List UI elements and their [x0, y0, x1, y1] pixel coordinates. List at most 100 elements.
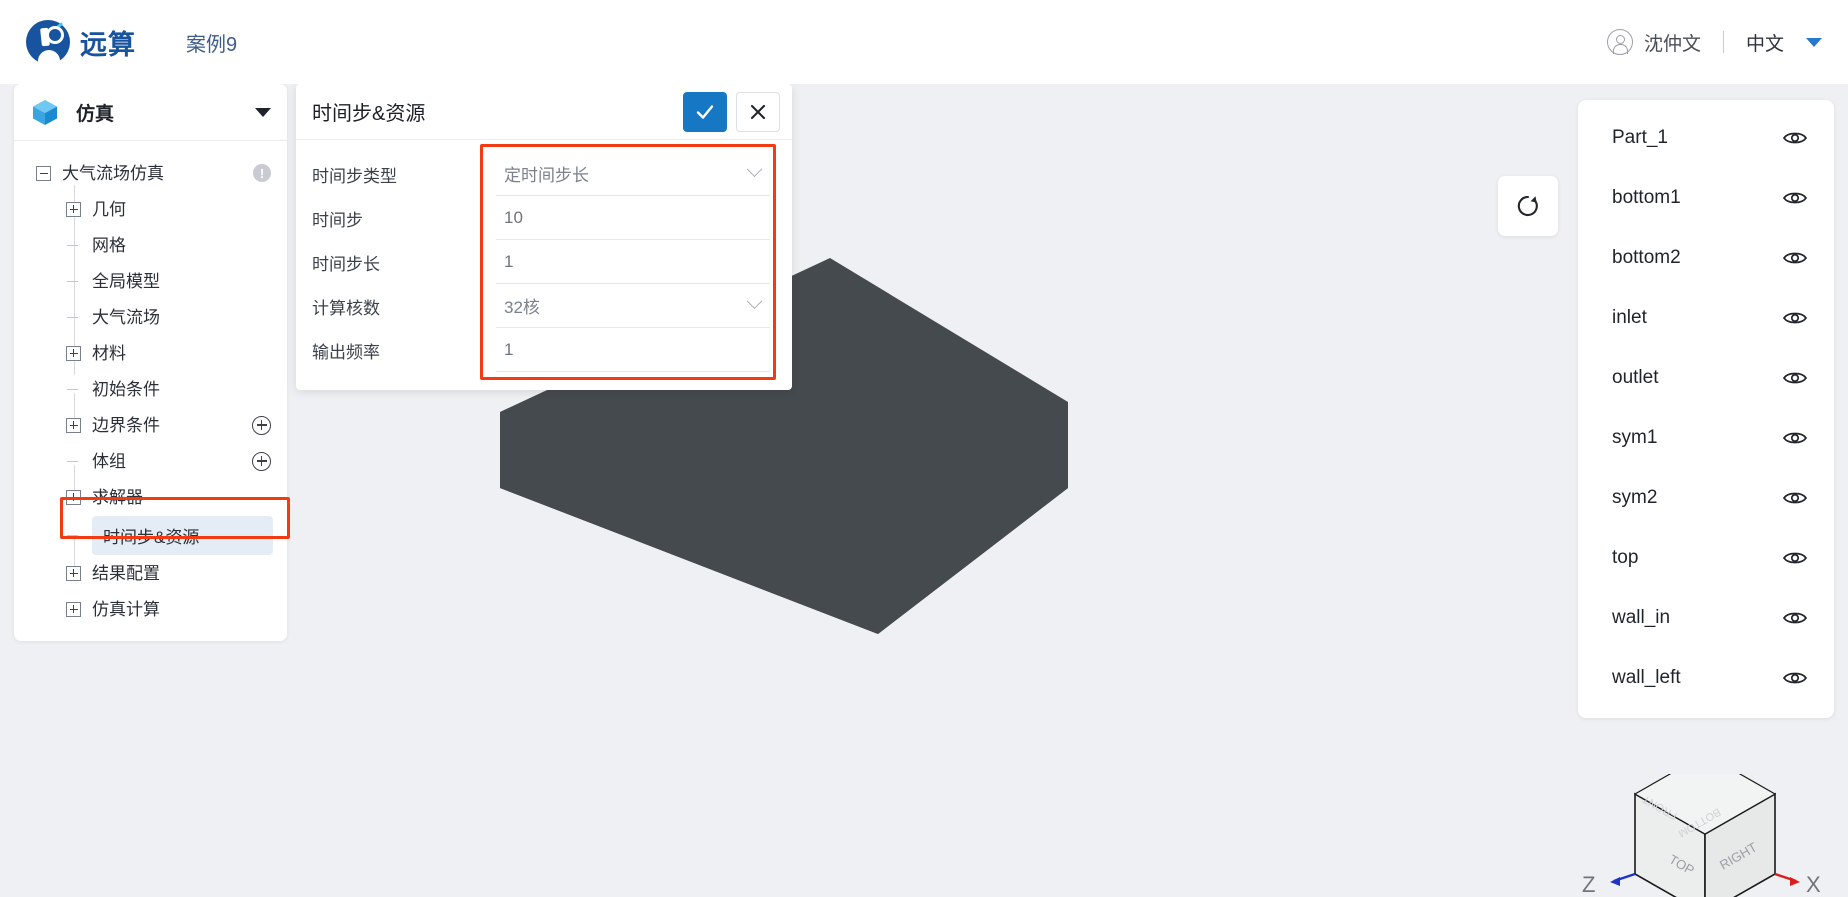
user-name-label: 沈仲文 — [1643, 33, 1701, 55]
tree-item-atmospheric-flow[interactable]: 大气流场 — [14, 299, 287, 335]
tree-item-simulation-run[interactable]: 仿真计算 — [14, 591, 287, 627]
tree-item-geometry[interactable]: 几何 — [14, 191, 287, 227]
tree-item-volume-group[interactable]: 体组 — [14, 443, 287, 479]
sidebar-collapse-icon[interactable] — [255, 107, 271, 117]
timestep-size-input[interactable]: 1 — [496, 240, 770, 284]
collapse-toggle-icon[interactable] — [36, 165, 51, 181]
expand-toggle-icon[interactable] — [66, 417, 81, 433]
eye-icon[interactable] — [1782, 549, 1808, 567]
plus-circle-icon[interactable] — [252, 451, 271, 471]
expand-toggle-icon[interactable] — [66, 345, 81, 361]
confirm-button[interactable] — [683, 91, 727, 132]
timestep-input[interactable]: 10 — [496, 196, 770, 240]
close-icon — [750, 104, 766, 119]
add-boundary-condition-button[interactable] — [252, 415, 271, 435]
header-divider — [1722, 31, 1724, 53]
chevron-down-icon[interactable] — [746, 293, 763, 310]
field-value: 32核 — [504, 298, 540, 317]
tree-item-label: 时间步&资源 — [92, 515, 273, 555]
part-row[interactable]: outlet — [1578, 348, 1834, 408]
field-row-core-count: 计算核数 32核 — [296, 284, 792, 328]
part-row[interactable]: bottom2 — [1578, 228, 1834, 288]
orientation-gizmo[interactable]: TOP RIGHT FRONT BOTTOM Z X — [1560, 774, 1830, 897]
eye-icon[interactable] — [1782, 609, 1808, 627]
gizmo-axis-z: Z — [1582, 872, 1595, 897]
user-menu[interactable]: 沈仲文 — [1606, 29, 1701, 56]
eye-icon[interactable] — [1782, 189, 1808, 207]
gizmo-axis-x: X — [1806, 872, 1821, 897]
simulation-tree: 大气流场仿真 ! 几何 网格 全局模型 大气流场 材料 初始条件 边界条件 体组… — [14, 141, 287, 633]
expand-toggle-icon[interactable] — [66, 489, 81, 505]
simulation-sidebar: 仿真 大气流场仿真 ! 几何 网格 全局模型 大气流场 材料 初始条件 边界条件… — [14, 84, 287, 641]
field-value: 1 — [504, 339, 514, 359]
tree-item-mesh[interactable]: 网格 — [14, 227, 287, 263]
cube-icon — [33, 100, 57, 125]
cancel-button[interactable] — [736, 91, 780, 132]
tree-item-label: 网格 — [92, 235, 126, 255]
chevron-down-icon[interactable] — [746, 161, 763, 178]
chevron-down-icon[interactable] — [1806, 37, 1822, 47]
part-name-label: sym1 — [1612, 427, 1658, 448]
field-label: 时间步长 — [312, 254, 380, 274]
tree-item-solver[interactable]: 求解器 — [14, 479, 287, 515]
parts-panel: Part_1 bottom1 bottom2 inlet outlet sym1… — [1578, 100, 1834, 718]
part-name-label: outlet — [1612, 367, 1659, 388]
project-name[interactable]: 案例9 — [186, 28, 237, 57]
dialog-title: 时间步&资源 — [312, 103, 426, 125]
field-label: 时间步 — [312, 210, 363, 230]
user-avatar-icon — [1606, 29, 1633, 55]
part-row[interactable]: sym1 — [1578, 408, 1834, 468]
tree-item-initial-conditions[interactable]: 初始条件 — [14, 371, 287, 407]
part-row[interactable]: wall_left — [1578, 648, 1834, 708]
field-label: 计算核数 — [312, 298, 380, 318]
refresh-icon — [1517, 195, 1538, 217]
part-row[interactable]: wall_in — [1578, 588, 1834, 648]
tree-item-material[interactable]: 材料 — [14, 335, 287, 371]
core-count-select[interactable]: 32核 — [496, 284, 770, 328]
tree-item-timestep-resources[interactable]: 时间步&资源 — [14, 515, 287, 555]
tree-item-atmospheric-flow-sim[interactable]: 大气流场仿真 ! — [14, 155, 287, 191]
reset-view-button[interactable] — [1498, 176, 1558, 236]
part-row[interactable]: bottom1 — [1578, 168, 1834, 228]
eye-icon[interactable] — [1782, 369, 1808, 387]
expand-toggle-icon[interactable] — [66, 601, 81, 617]
part-name-label: wall_in — [1612, 607, 1671, 628]
eye-icon[interactable] — [1782, 429, 1808, 447]
output-frequency-input[interactable]: 1 — [496, 328, 770, 372]
brand-logo[interactable]: 远算 — [26, 20, 136, 64]
tree-item-label: 大气流场仿真 — [62, 163, 164, 183]
eye-icon[interactable] — [1782, 249, 1808, 267]
eye-icon[interactable] — [1782, 669, 1808, 687]
brand-name: 远算 — [80, 29, 136, 60]
part-name-label: Part_1 — [1612, 127, 1668, 148]
tree-item-badge: ! — [253, 164, 271, 182]
timestep-resources-dialog: 时间步&资源 时间步类型 定时间步长 时间步 10 时间步长 1 计算核数 32… — [296, 84, 792, 390]
eye-icon[interactable] — [1782, 309, 1808, 327]
eye-icon[interactable] — [1782, 129, 1808, 147]
field-row-timestep: 时间步 10 — [296, 196, 792, 240]
part-row[interactable]: sym2 — [1578, 468, 1834, 528]
part-row[interactable]: Part_1 — [1578, 108, 1834, 168]
language-label[interactable]: 中文 — [1746, 29, 1784, 56]
field-value: 定时间步长 — [504, 166, 589, 185]
sidebar-header[interactable]: 仿真 — [14, 84, 287, 141]
part-row[interactable]: inlet — [1578, 288, 1834, 348]
warning-icon: ! — [253, 164, 271, 182]
expand-toggle-icon[interactable] — [66, 201, 81, 217]
dialog-header: 时间步&资源 — [296, 84, 792, 140]
add-volume-group-button[interactable] — [252, 451, 271, 471]
expand-toggle-icon[interactable] — [66, 565, 81, 581]
dialog-actions — [683, 91, 780, 132]
part-name-label: top — [1612, 547, 1639, 568]
part-name-label: wall_left — [1612, 667, 1681, 688]
field-label: 输出频率 — [312, 342, 380, 362]
timestep-type-select[interactable]: 定时间步长 — [496, 152, 770, 196]
eye-icon[interactable] — [1782, 489, 1808, 507]
part-row[interactable]: top — [1578, 528, 1834, 588]
tree-item-label: 材料 — [92, 343, 126, 363]
tree-item-global-model[interactable]: 全局模型 — [14, 263, 287, 299]
plus-circle-icon[interactable] — [252, 415, 271, 435]
tree-item-label: 体组 — [92, 451, 126, 471]
tree-item-boundary-conditions[interactable]: 边界条件 — [14, 407, 287, 443]
tree-item-result-config[interactable]: 结果配置 — [14, 555, 287, 591]
